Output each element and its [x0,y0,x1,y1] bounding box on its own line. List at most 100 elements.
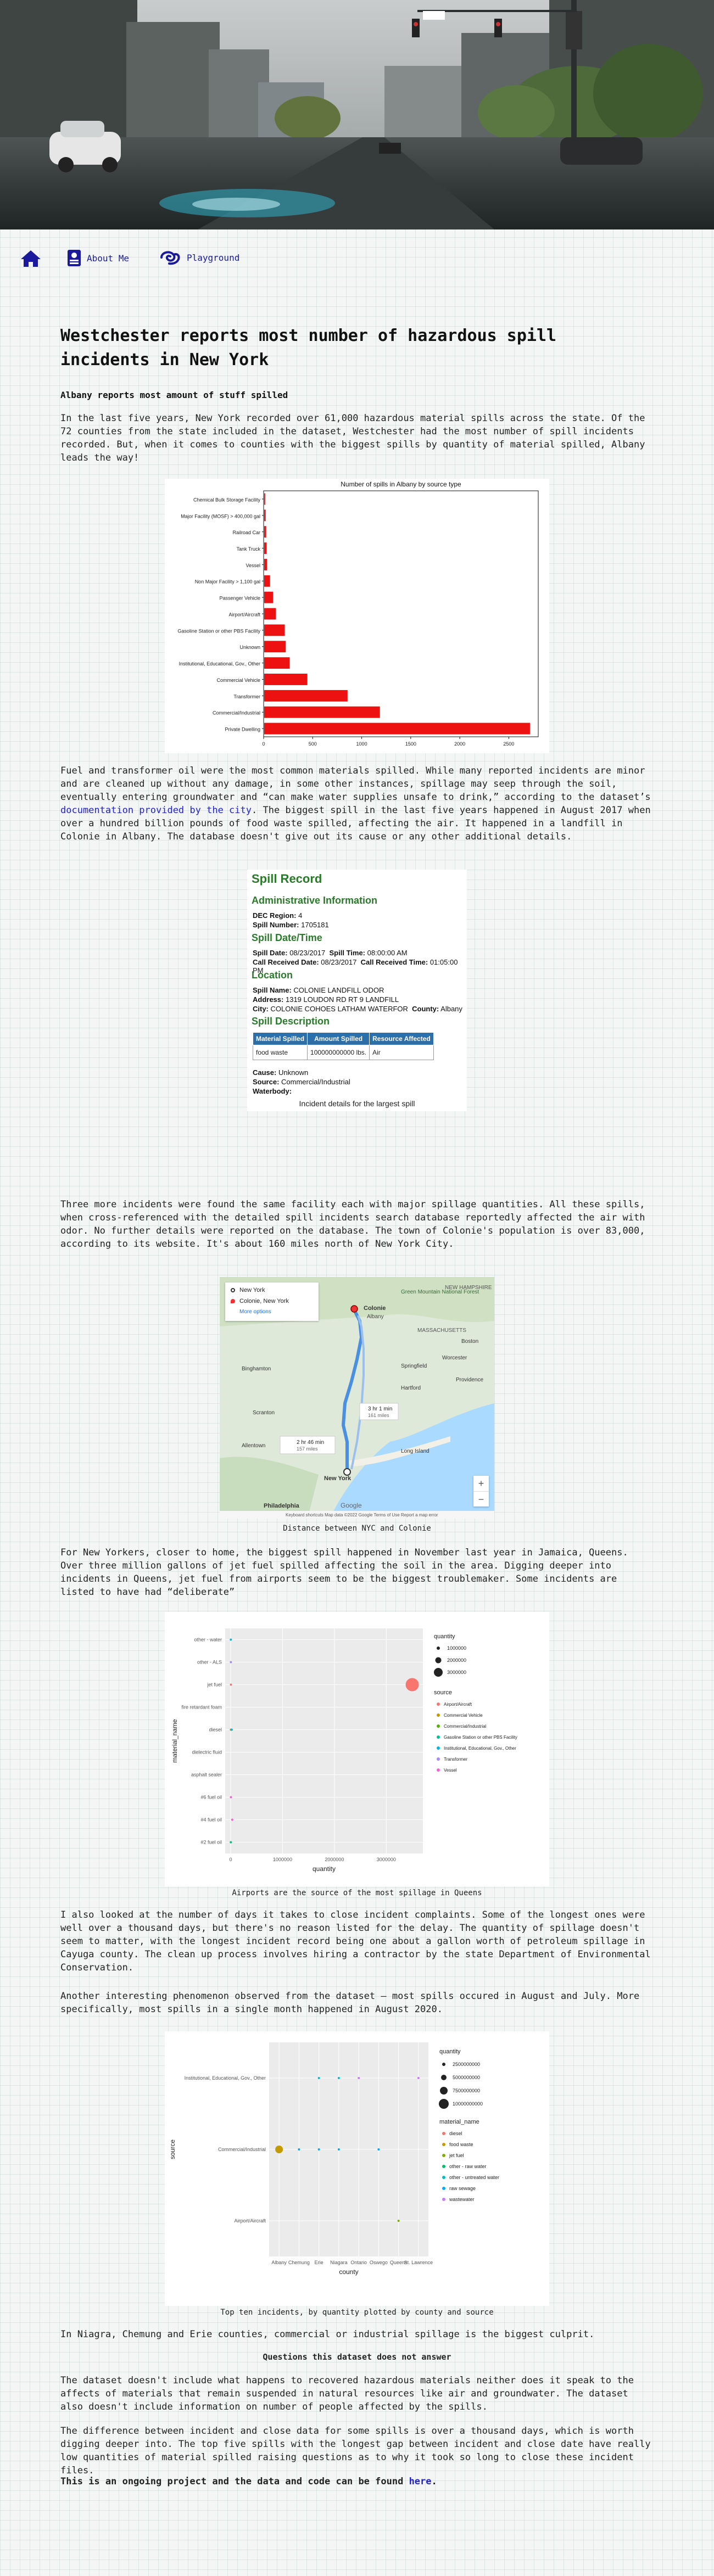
dec-region-row: DEC Region: 4 [253,911,302,920]
bar [264,575,270,587]
chart-title: Number of spills in Albany by source typ… [341,480,461,488]
record-caption: Incident details for the largest spill [299,1099,415,1108]
spill-number-row: Spill Number: 1705181 [253,921,329,929]
questions-heading: Questions this dataset does not answer [263,2352,451,2362]
table-cell: 100000000000 lbs. [307,1045,370,1060]
hero-image [0,0,714,229]
x-axis-label: quantity [313,1865,336,1873]
color-legend-key [437,1724,440,1728]
playground-link[interactable]: Playground [158,249,239,266]
more-options-link[interactable]: More options [239,1309,271,1315]
source-value: Commercial/Industrial [281,1078,350,1086]
x-tick-label: 1500 [405,741,416,747]
size-legend-key [442,2063,445,2066]
data-point [397,2220,400,2222]
spill-number-label: Spill Number: [253,921,299,929]
call-time-label: Call Received Time: [360,958,428,966]
color-legend-label: Vessel [444,1768,457,1773]
bar [264,657,290,669]
map-label: Colonie [364,1305,386,1312]
color-legend-key [437,1746,440,1750]
size-legend-label: 10000000000 [453,2101,483,2107]
x-tick-label: 0 [229,1857,232,1862]
y-tick-label: #6 fuel oil [200,1795,222,1800]
about-label: About Me [87,253,130,264]
dec-region-label: DEC Region: [253,911,297,920]
location-heading: Location [252,970,293,981]
data-point [230,1683,232,1686]
data-point [231,1818,233,1821]
x-tick-label: 500 [309,741,317,747]
directions-panel[interactable]: New York Colonie, New York More options [225,1283,319,1321]
map-footer: Keyboard shortcuts Map data ©2022 Google… [286,1513,438,1517]
paragraph-10: This is an ongoing project and the data … [60,2475,654,2488]
size-legend-label: 5000000000 [453,2075,480,2080]
spill-number-value: 1705181 [301,921,329,929]
y-axis-label: material_name [171,1719,178,1763]
data-point [298,2148,300,2151]
city-row: City: COLONIE COHOES LATHAM WATERFOR Cou… [253,1005,462,1013]
table-header-cell: Material Spilled [252,1032,308,1045]
y-axis-label: source [169,2140,176,2159]
home-icon [21,250,41,267]
route-1-distance: 157 miles [297,1446,318,1452]
spill-name-row: Spill Name: COLONIE LANDFILL ODOR [253,986,384,994]
spill-record-title: Spill Record [252,872,322,886]
documentation-link[interactable]: documentation provided by the city [60,805,252,816]
address-value: 1319 LOUDON RD RT 9 LANDFILL [285,995,399,1004]
category-label: Unknown [239,645,260,650]
category-label: Vessel [246,563,260,568]
map-label: Springfield [401,1363,427,1369]
address-label: Address: [253,995,284,1004]
color-legend-label: wastewater [449,2197,475,2202]
zoom-out-button[interactable]: − [473,1491,489,1507]
route-map[interactable]: Colonie Albany Green Mountain National F… [220,1277,494,1519]
data-point [230,1661,232,1664]
paragraph-10-text-b: . [431,2476,437,2487]
admin-heading: Administrative Information [252,895,378,906]
person-card-icon [68,250,81,266]
x-axis-label: county [339,2268,358,2276]
color-legend-key [442,2198,445,2201]
article-subhead: Albany reports most amount of stuff spil… [60,390,288,400]
data-code-link[interactable]: here [409,2476,432,2487]
color-legend-label: Airport/Aircraft [444,1702,472,1707]
call-date-value: 08/23/2017 [321,958,357,966]
data-point [405,1678,419,1692]
playground-label: Playground [187,252,240,263]
zoom-in-button[interactable]: + [473,1476,489,1491]
spill-name-value: COLONIE LANDFILL ODOR [293,986,384,994]
paragraph-3: Three more incidents were found the same… [60,1199,645,1250]
map-label: NEW HAMPSHIRE [445,1285,492,1291]
data-point [275,2146,283,2153]
size-legend-label: 2000000 [447,1657,466,1663]
size-legend-key [439,2099,449,2109]
spill-date-label: Spill Date: [253,949,288,957]
color-legend-label: Commercial Vehicle [444,1713,483,1718]
queens-material-chart: 0 1000000 2000000 3000000 #2 fuel oil #4 fuel… [165,1612,549,1886]
map-caption: Distance between NYC and Colonie [283,1524,431,1533]
home-link[interactable] [20,249,42,268]
color-legend-label: diesel [449,2131,462,2136]
y-tick-label: dielectric fluid [192,1750,222,1755]
bar [264,526,266,538]
address-row: Address: 1319 LOUDON RD RT 9 LANDFILL [253,995,399,1004]
size-legend-key [437,1647,440,1650]
paragraph-9: The difference between incident and clos… [60,2426,651,2476]
color-legend-key [442,2187,445,2190]
date-heading: Spill Date/Time [252,932,322,943]
albany-source-chart: Number of spills in Albany by source typ… [165,479,549,753]
x-tick-label: 0 [262,741,265,747]
size-legend-label: 2500000000 [453,2062,480,2067]
paragraph-2-text-a: Fuel and transformer oil were the most c… [60,765,651,803]
x-tick-label: Chemung [288,2260,310,2265]
cause-value: Unknown [278,1068,309,1077]
size-legend-label: 3000000 [447,1670,466,1675]
paragraph-6: Another interesting phenomenon observed … [60,1991,640,2015]
color-legend-label: Commercial/Industrial [444,1724,487,1729]
data-point [317,2148,320,2151]
size-legend-title: quantity [439,2048,461,2055]
paragraph-8: The dataset doesn't include what happens… [60,2375,634,2412]
about-link[interactable]: About Me [67,249,129,267]
y-tick-label: Commercial/Industrial [218,2147,266,2152]
